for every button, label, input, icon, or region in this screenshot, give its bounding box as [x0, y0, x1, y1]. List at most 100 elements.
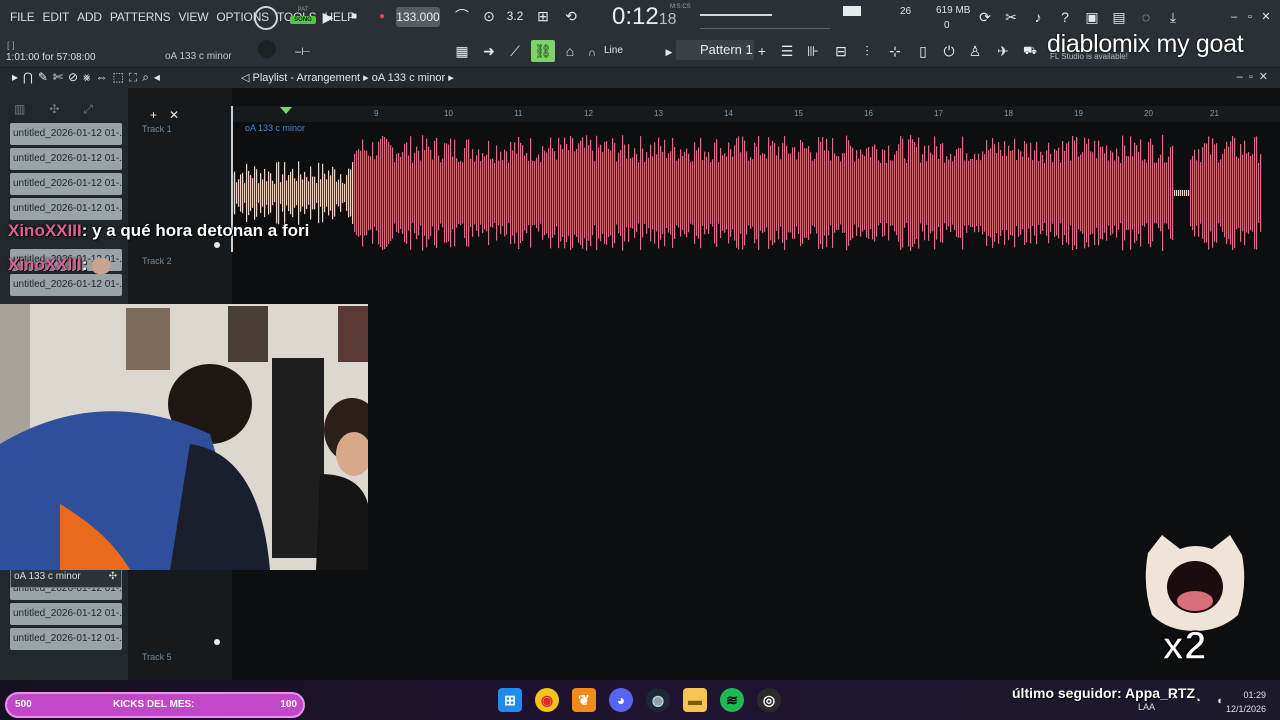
- stop-icon[interactable]: ■: [346, 8, 362, 26]
- waveform-bar: [1134, 142, 1136, 244]
- chat-icon[interactable]: ◌: [1137, 8, 1155, 26]
- plugin-icon[interactable]: ⊹: [886, 42, 904, 60]
- magnet-icon[interactable]: ∩: [586, 44, 598, 62]
- chrome-icon[interactable]: ◉: [535, 688, 559, 712]
- waveform-bar: [688, 153, 690, 233]
- cut-icon[interactable]: ✂: [1002, 8, 1020, 26]
- waveform-bar: [584, 147, 586, 239]
- play-icon[interactable]: ▶: [320, 8, 336, 26]
- arrow-icon[interactable]: ➜: [480, 42, 498, 60]
- track-1-mute[interactable]: [214, 242, 220, 248]
- file-icon[interactable]: ▯: [914, 42, 932, 60]
- waveform-bar: [808, 145, 810, 241]
- undo-icon[interactable]: ⟳: [976, 8, 994, 26]
- file-explorer-icon[interactable]: ▬: [683, 688, 707, 712]
- menu-edit[interactable]: EDIT: [39, 8, 74, 26]
- audio-clip-waveform[interactable]: [232, 134, 1264, 252]
- track-4-mute[interactable]: [214, 639, 220, 645]
- loop-record-icon[interactable]: ⟲: [560, 7, 582, 25]
- playlist-window-controls[interactable]: –▫✕: [1237, 70, 1274, 83]
- person-icon[interactable]: ♙: [966, 42, 984, 60]
- menu-file[interactable]: FILE: [6, 8, 39, 26]
- menu-view[interactable]: VIEW: [174, 8, 212, 26]
- main-volume-knob[interactable]: [254, 6, 278, 30]
- metronome-icon[interactable]: ⌒: [452, 7, 472, 25]
- waveform-bar: [450, 138, 452, 248]
- picker-clip[interactable]: untitled_2026-01-12 01-...: [10, 628, 122, 650]
- pattern-arrow-icon[interactable]: ▶: [664, 43, 674, 61]
- piano-roll-icon[interactable]: ▦: [452, 42, 472, 60]
- track-1-name[interactable]: Track 1: [142, 124, 172, 134]
- plug-icon[interactable]: ⏻: [940, 42, 958, 60]
- waveform-bar: [912, 139, 914, 247]
- webcam-poster: [338, 306, 368, 362]
- waveform-bar: [1038, 161, 1040, 225]
- minimize-icon[interactable]: –: [1228, 8, 1240, 26]
- track-5-name[interactable]: Track 5: [142, 652, 172, 662]
- microphone-icon[interactable]: ♪: [1029, 8, 1047, 26]
- waveform-bar: [666, 158, 668, 228]
- waveform-bar: [572, 138, 574, 248]
- draw-tool-icon[interactable]: ⟋: [506, 42, 524, 60]
- waveform-bar: [338, 179, 340, 207]
- track-2-name[interactable]: Track 2: [142, 256, 172, 266]
- master-pitch-knob[interactable]: [258, 40, 276, 58]
- picker-clip[interactable]: untitled_2026-01-12 01-...: [10, 198, 122, 220]
- maximize-icon[interactable]: ▫: [1244, 8, 1256, 26]
- snap-selector[interactable]: Line: [604, 45, 623, 56]
- update-notice[interactable]: FL Studio is available!: [1050, 52, 1128, 61]
- close-icon[interactable]: ✕: [1260, 8, 1272, 26]
- system-clock[interactable]: 01:29 12/1/2026: [1218, 688, 1266, 716]
- discord-icon[interactable]: ◕: [609, 688, 633, 712]
- waveform-bar: [1000, 149, 1002, 237]
- song-position-display[interactable]: 0:1218: [612, 3, 677, 31]
- export-icon[interactable]: ▤: [1110, 8, 1128, 26]
- waveform-bar: [732, 156, 734, 230]
- waveform-bar: [804, 148, 806, 238]
- picker-clip[interactable]: untitled_2026-01-12 01-...: [10, 148, 122, 170]
- waveform-bar: [376, 155, 378, 231]
- playlist-icon[interactable]: ☰: [778, 42, 796, 60]
- picker-clip[interactable]: untitled_2026-01-12 01-...: [10, 603, 122, 625]
- steam-icon[interactable]: ◍: [646, 688, 670, 712]
- fl-studio-icon[interactable]: ❦: [572, 688, 596, 712]
- picker-clip[interactable]: untitled_2026-01-12 01-...: [10, 173, 122, 195]
- timeline-ruler[interactable]: 9 10 11 12 13 14 15 16 17 18 19 20 21: [232, 106, 1280, 122]
- step-edit-icon[interactable]: ⊞: [532, 7, 554, 25]
- tempo-display[interactable]: 133.000: [396, 7, 440, 27]
- playlist-tools[interactable]: ▸⋂✎✄⊘⨳⇔⬚⛶⌕◂: [12, 70, 165, 85]
- windows-start-icon[interactable]: ⊞: [498, 688, 522, 712]
- picker-clip[interactable]: untitled_2026-01-12 01-...: [10, 274, 122, 296]
- add-pattern-icon[interactable]: +: [756, 42, 768, 60]
- menu-add[interactable]: ADD: [73, 8, 106, 26]
- waveform-bar: [328, 170, 330, 216]
- help-icon[interactable]: ?: [1056, 8, 1074, 26]
- save-icon[interactable]: ▣: [1083, 8, 1101, 26]
- picker-clip[interactable]: untitled_2026-01-12 01-...: [10, 123, 122, 145]
- cart-icon[interactable]: ⛟: [1022, 42, 1038, 60]
- stamp-icon[interactable]: ⌂: [561, 42, 579, 60]
- pat-song-toggle[interactable]: PAT SONG: [290, 6, 316, 30]
- mixer-icon[interactable]: ⊟: [832, 42, 850, 60]
- browser-icon[interactable]: ⫶: [858, 42, 876, 60]
- tempo-tap-icon[interactable]: ✈: [994, 42, 1012, 60]
- pattern-selector[interactable]: Pattern 1: [676, 40, 754, 60]
- waveform-bar: [1018, 149, 1020, 237]
- track-tools[interactable]: +✕: [150, 108, 191, 122]
- countdown-icon[interactable]: 3.2: [504, 7, 526, 25]
- language-indicator[interactable]: LAA: [1138, 702, 1155, 712]
- spotify-icon[interactable]: ≋: [720, 688, 744, 712]
- record-icon[interactable]: ●: [374, 8, 390, 26]
- waveform-bar: [1006, 155, 1008, 231]
- playhead-marker[interactable]: [280, 107, 292, 114]
- menu-patterns[interactable]: PATTERNS: [106, 8, 175, 26]
- link-icon[interactable]: ⛓: [531, 40, 555, 62]
- channel-rack-icon[interactable]: ⊪: [804, 42, 822, 60]
- waveform-bar: [296, 180, 298, 206]
- wait-record-icon[interactable]: ⊙: [478, 7, 500, 25]
- download-icon[interactable]: ⤓: [1164, 8, 1182, 26]
- master-pitch-slider[interactable]: [700, 28, 830, 29]
- obs-icon[interactable]: ◎: [757, 688, 781, 712]
- pitch-slider-icon[interactable]: –⊢: [294, 43, 312, 61]
- picker-tools[interactable]: ▥✣⤢: [14, 102, 117, 117]
